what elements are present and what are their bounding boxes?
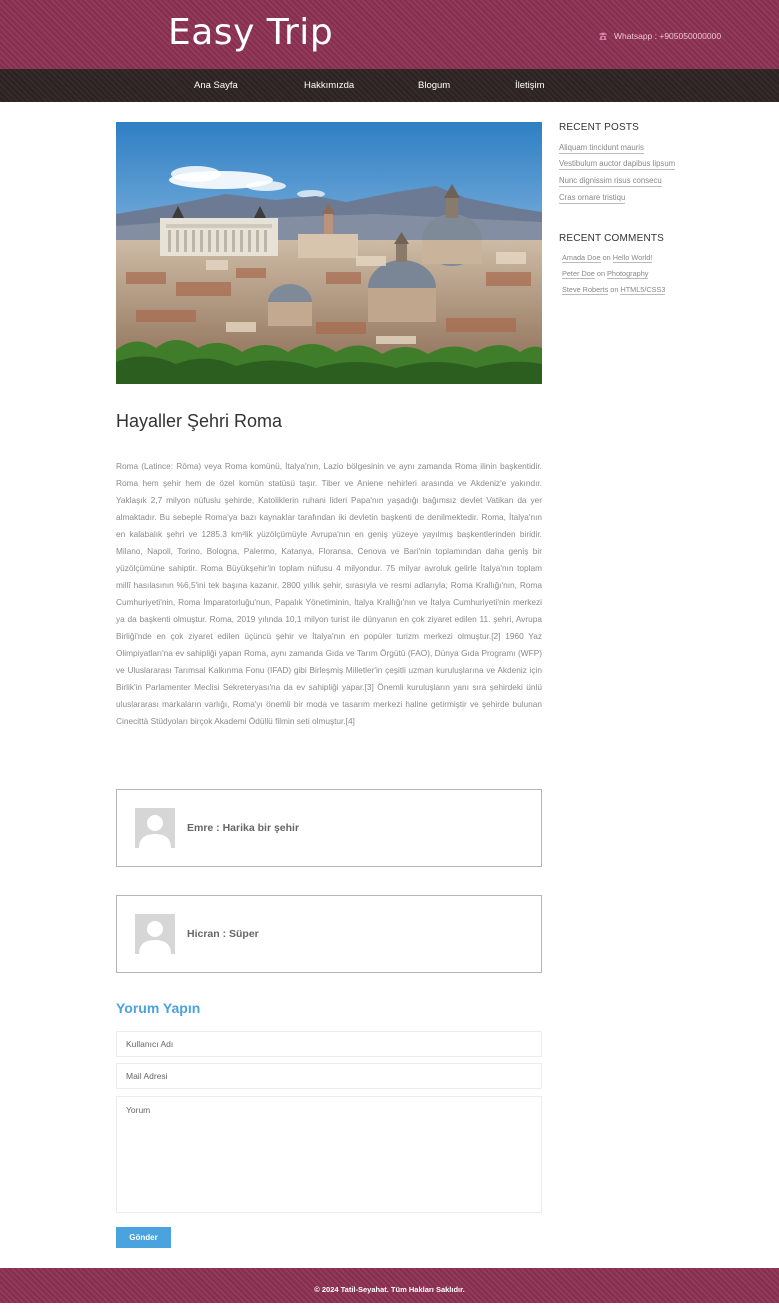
contact-phone: Whatsapp : +905050000000: [598, 31, 721, 41]
comment-author-link[interactable]: Peter Doe: [562, 269, 595, 279]
comment-text: Emre : Harika bir şehir: [187, 822, 300, 834]
comment-author-link[interactable]: Steve Roberts: [562, 285, 609, 295]
comment-post-link[interactable]: Hello World!: [612, 253, 653, 263]
footer-copyright: © 2024 Tatil-Seyahat. Tüm Hakları Saklıd…: [314, 1285, 465, 1294]
comment-author-link[interactable]: Amada Doe: [562, 253, 601, 263]
nav-home[interactable]: Ana Sayfa: [194, 80, 238, 91]
recent-post-link[interactable]: Vestibulum auctor dapibus lipsum: [559, 159, 676, 170]
recent-post-link[interactable]: Nunc dignissim risus consecu: [559, 176, 662, 187]
main-nav: Ana Sayfa Hakkımızda Blogum İletişim: [0, 69, 779, 102]
recent-post-link[interactable]: Cras ornare tristiqu: [559, 193, 626, 204]
site-footer: © 2024 Tatil-Seyahat. Tüm Hakları Saklıd…: [0, 1268, 779, 1303]
comment-textarea[interactable]: [116, 1096, 542, 1213]
email-input[interactable]: [116, 1063, 542, 1089]
comment-on-label: on: [610, 285, 619, 294]
comment-text: Hicran : Süper: [187, 928, 259, 940]
phone-text[interactable]: Whatsapp : +905050000000: [614, 31, 721, 41]
comment-form-title: Yorum Yapın: [116, 1000, 201, 1016]
username-input[interactable]: [116, 1031, 542, 1057]
user-avatar-icon: [135, 808, 175, 848]
recent-comments-heading: RECENT COMMENTS: [559, 233, 665, 244]
post-title: Hayaller Şehri Roma: [116, 411, 283, 431]
nav-blog[interactable]: Blogum: [418, 80, 450, 91]
comment-card: Hicran : Süper: [116, 895, 542, 973]
phone-icon: [598, 31, 608, 41]
comment-post-link[interactable]: Photography: [607, 269, 649, 279]
recent-post-link[interactable]: Aliquam tincidunt mauris: [559, 143, 644, 154]
submit-button[interactable]: Gönder: [116, 1227, 171, 1248]
recent-posts-heading: RECENT POSTS: [559, 122, 640, 133]
user-avatar-icon: [135, 914, 175, 954]
recent-comment-item: Steve Roberts on HTML5/CSS3: [562, 285, 666, 295]
post-hero-image: [116, 122, 542, 384]
nav-about[interactable]: Hakkımızda: [304, 80, 354, 91]
comment-on-label: on: [596, 269, 606, 278]
recent-comment-item: Peter Doe on Photography: [562, 269, 649, 279]
site-header: Easy Trip Whatsapp : +905050000000: [0, 0, 779, 69]
post-body: Roma (Latince: Rōma) veya Roma komünü, İ…: [116, 461, 542, 726]
recent-comment-item: Amada Doe on Hello World!: [562, 253, 653, 263]
comment-on-label: on: [602, 253, 611, 262]
nav-contact[interactable]: İletişim: [515, 80, 545, 91]
site-logo[interactable]: Easy Trip: [168, 12, 333, 53]
comment-post-link[interactable]: HTML5/CSS3: [620, 285, 666, 295]
comment-card: Emre : Harika bir şehir: [116, 789, 542, 867]
